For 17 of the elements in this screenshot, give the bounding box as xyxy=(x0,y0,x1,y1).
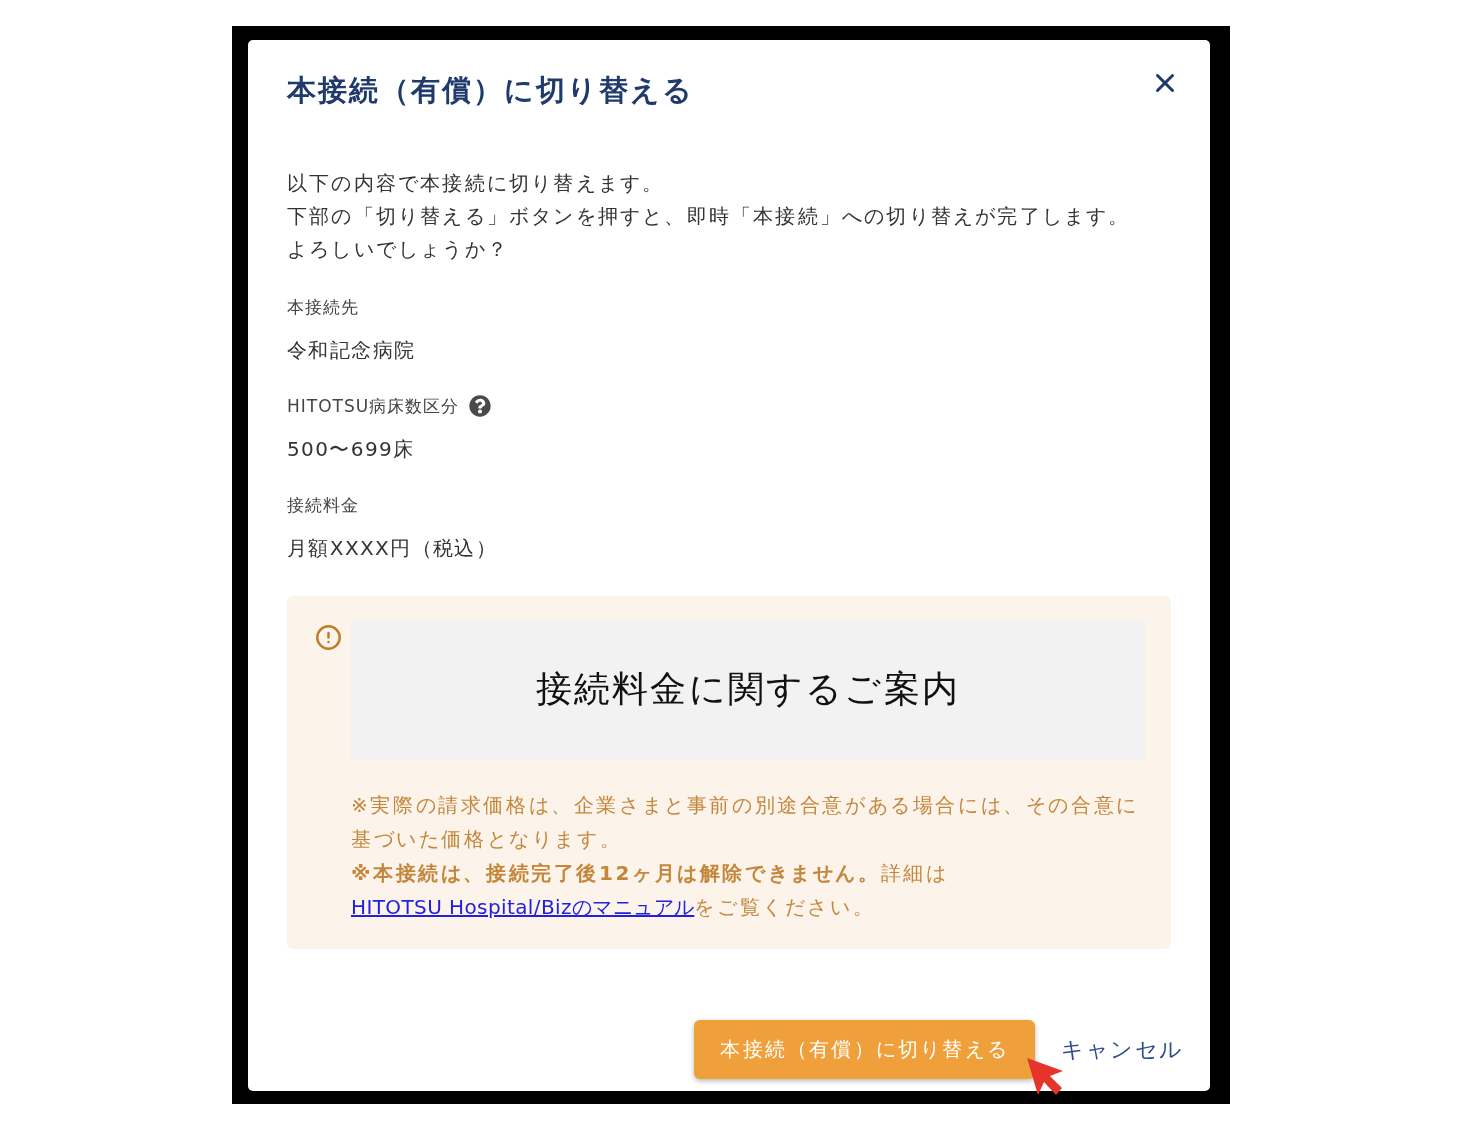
field-label: HITOTSU病床数区分 xyxy=(287,395,460,418)
field-value: 月額XXXX円（税込） xyxy=(287,535,498,562)
intro-text: よろしいでしょうか？ xyxy=(287,236,509,263)
dialog-title: 本接続（有償）に切り替える xyxy=(287,72,694,108)
warning-icon xyxy=(315,624,342,651)
cancel-button[interactable]: キャンセル xyxy=(1061,1034,1184,1065)
notice-text: ※実際の請求価格は、企業さまと事前の別途合意がある場合には、その合意に基づいた価格となります。 xyxy=(351,792,1140,853)
field-value: 500〜699床 xyxy=(287,436,415,463)
intro-text: 以下の内容で本接続に切り替えます。 xyxy=(287,170,665,197)
cursor-icon xyxy=(1027,1058,1065,1096)
field-value: 令和記念病院 xyxy=(287,337,416,364)
notice-heading: 接続料金に関するご案内 xyxy=(351,619,1145,760)
help-icon[interactable] xyxy=(469,395,492,417)
field-label: 接続料金 xyxy=(287,494,359,517)
intro-text: 下部の「切り替える」ボタンを押すと、即時「本接続」への切り替えが完了します。 xyxy=(287,203,1131,230)
field-label: 本接続先 xyxy=(287,296,359,319)
notice-text: ※本接続は、接続完了後12ヶ月は解除できません。詳細は HITOTSU Hospital/Bizのマニュアルをご覧ください。 xyxy=(351,860,950,921)
